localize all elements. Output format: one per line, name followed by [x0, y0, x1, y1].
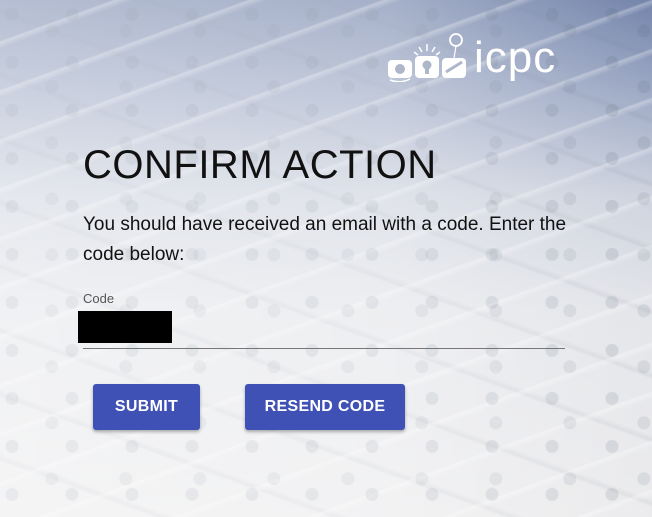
instructions-text: You should have received an email with a…: [83, 214, 567, 265]
logo-symbol-icon: [388, 33, 466, 82]
code-field-label: Code: [83, 291, 115, 306]
page-title: CONFIRM ACTION: [83, 143, 437, 187]
logo-icons: [386, 32, 468, 82]
confirm-action-page: icpc CONFIRM ACTION You should have rece…: [0, 0, 652, 517]
resend-code-button[interactable]: RESEND CODE: [245, 384, 405, 430]
icpc-logo: icpc: [386, 32, 556, 82]
code-field-underline: [83, 348, 565, 349]
submit-button[interactable]: SUBMIT: [93, 384, 200, 430]
code-input[interactable]: [78, 311, 172, 343]
logo-text: icpc: [474, 33, 557, 82]
